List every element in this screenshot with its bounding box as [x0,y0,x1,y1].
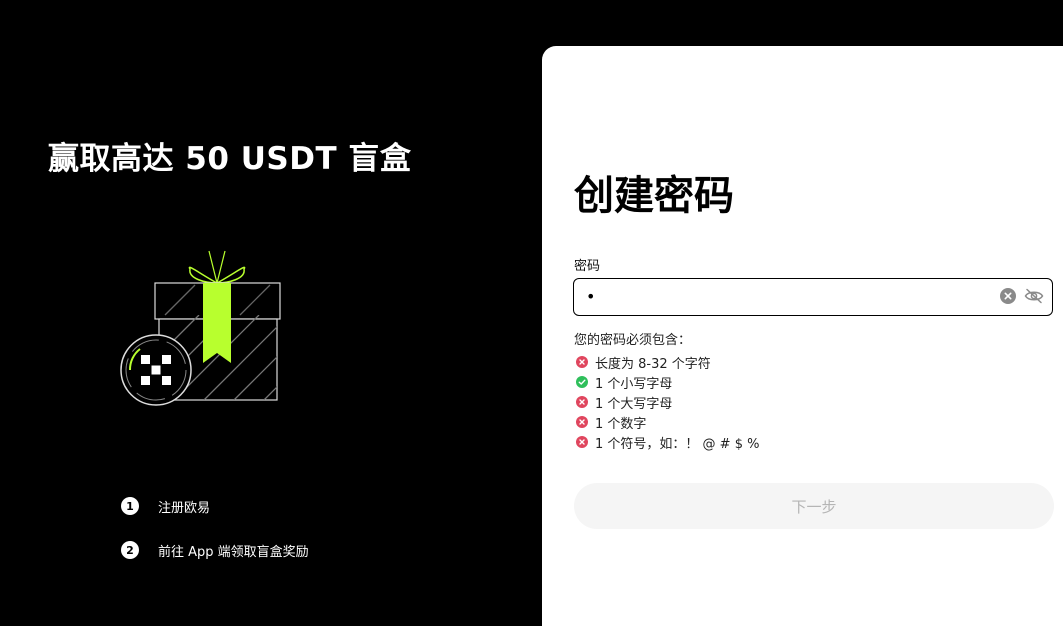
requirement-text: 1 个符号，如：！ @ # $ % [595,436,760,452]
error-x-icon [576,436,588,448]
gift-box-illustration [120,250,281,406]
requirement-text: 1 个数字 [595,416,647,432]
error-x-icon [576,396,588,408]
clear-icon[interactable] [1000,288,1016,304]
create-password-panel: 创建密码 密码 您的密码必须包含： 长度为 8-32 个字符 1 个小写字母 1… [542,46,1063,626]
error-x-icon [576,416,588,428]
step-label: 注册欧易 [158,500,211,516]
requirement-item: 1 个大写字母 [576,392,759,412]
page-title: 创建密码 [574,173,734,219]
check-icon [576,376,588,388]
step-label: 前往 App 端领取盲盒奖励 [158,544,309,560]
requirement-item: 长度为 8-32 个字符 [576,352,759,372]
step-item: 2 前往 App 端领取盲盒奖励 [121,539,309,561]
requirement-text: 1 个大写字母 [595,396,673,412]
password-label: 密码 [574,259,601,274]
requirement-text: 长度为 8-32 个字符 [595,356,711,372]
requirement-item: 1 个数字 [576,412,759,432]
next-button[interactable]: 下一步 [574,483,1054,529]
eye-slash-icon[interactable] [1024,288,1044,304]
error-x-icon [576,356,588,368]
requirement-item: 1 个符号，如：！ @ # $ % [576,432,759,452]
step-number-badge: 1 [121,497,139,515]
password-field[interactable] [573,278,1053,316]
requirement-text: 1 个小写字母 [595,376,673,392]
promo-panel: 赢取高达 50 USDT 盲盒 1 注册欧易 2 前往 App 端领取盲盒奖励 [0,0,542,612]
step-number-badge: 2 [121,541,139,559]
step-item: 1 注册欧易 [121,495,309,517]
requirements-list: 长度为 8-32 个字符 1 个小写字母 1 个大写字母 1 个数字 1 个符号… [576,352,759,452]
password-input[interactable] [586,279,986,314]
requirements-title: 您的密码必须包含： [574,333,692,348]
steps-list: 1 注册欧易 2 前往 App 端领取盲盒奖励 [121,495,309,583]
promo-title: 赢取高达 50 USDT 盲盒 [48,141,412,177]
requirement-item: 1 个小写字母 [576,372,759,392]
